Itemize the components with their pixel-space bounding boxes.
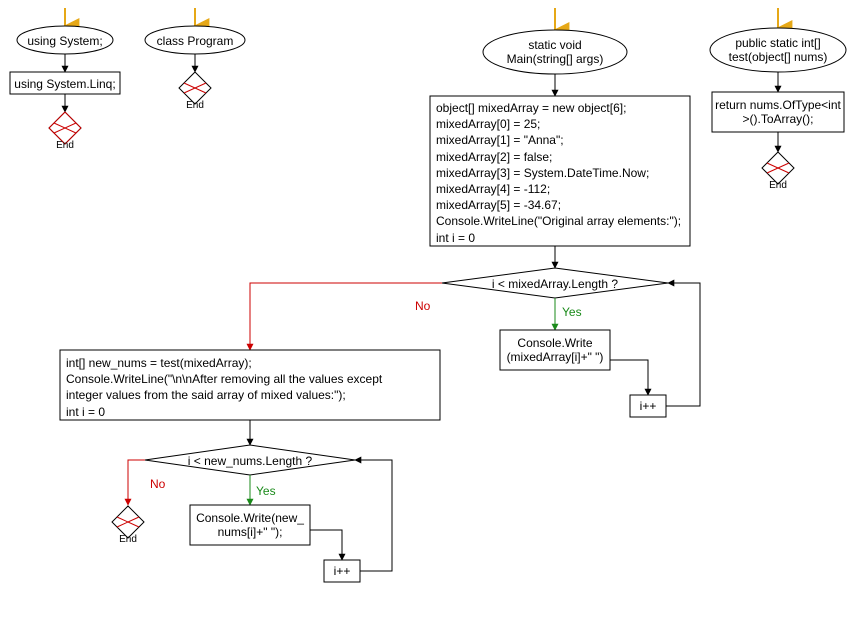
- decision-newnums-length: i < new_nums.Length ?: [170, 454, 330, 468]
- start-main: static void Main(string[] args): [495, 38, 615, 67]
- start-test: public static int[] test(object[] nums): [716, 36, 840, 65]
- end-main: End: [113, 534, 143, 546]
- incr-1: i++: [630, 399, 666, 413]
- incr-2: i++: [324, 564, 360, 578]
- start-using-system: using System;: [17, 34, 113, 48]
- block-test-body: return nums.OfType<int >().ToArray();: [714, 98, 842, 127]
- decision-mixed-length: i < mixedArray.Length ?: [475, 277, 635, 291]
- end-1: End: [50, 140, 80, 152]
- block-main-init: object[] mixedArray = new object[6]; mix…: [436, 100, 686, 246]
- no-label-2: No: [150, 477, 166, 491]
- node-using-linq: using System.Linq;: [12, 77, 118, 91]
- start-class-program: class Program: [150, 34, 240, 48]
- end-test: End: [763, 180, 793, 192]
- yes-label-2: Yes: [256, 484, 276, 498]
- block-print-mixed: Console.Write (mixedArray[i]+" "): [500, 336, 610, 365]
- no-label-1: No: [415, 299, 431, 313]
- yes-label-1: Yes: [562, 305, 582, 319]
- block-after-remove: int[] new_nums = test(mixedArray); Conso…: [66, 355, 436, 420]
- block-print-newnums: Console.Write(new_ nums[i]+" ");: [190, 511, 310, 540]
- end-2: End: [180, 100, 210, 112]
